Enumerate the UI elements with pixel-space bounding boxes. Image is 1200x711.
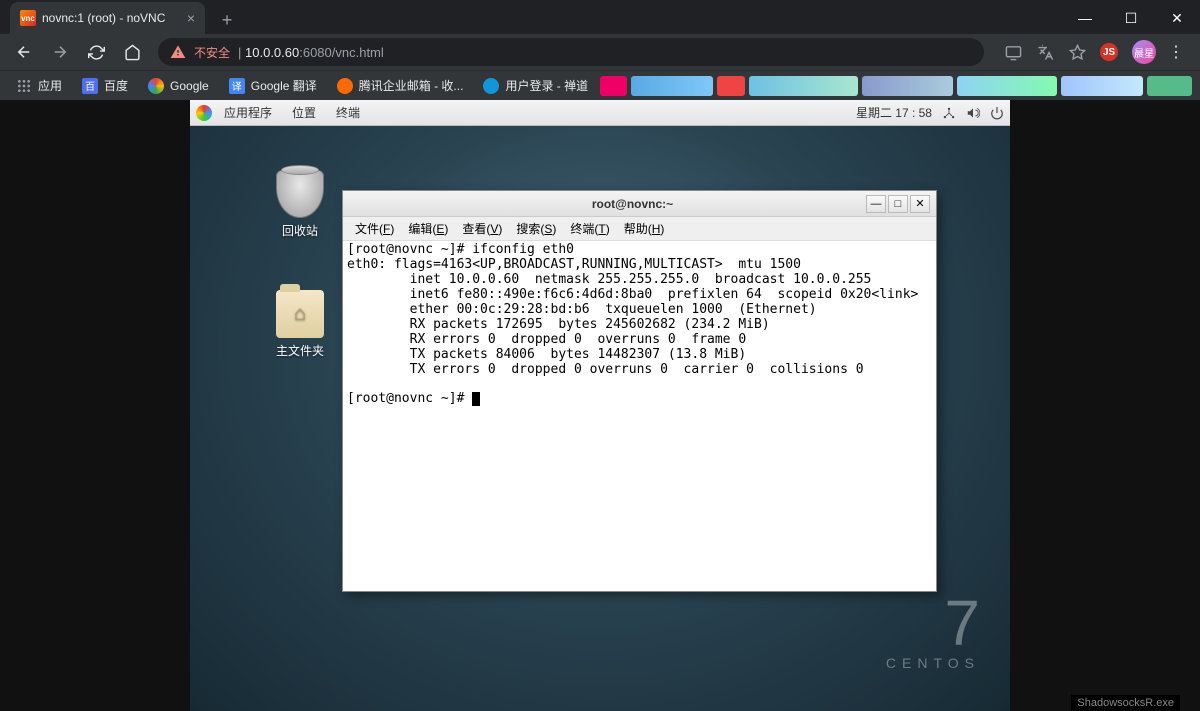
home-button[interactable]: [116, 36, 148, 68]
url-display: | 10.0.0.60:6080/vnc.html: [238, 45, 384, 60]
bookmark-label: 用户登录 - 禅道: [505, 77, 588, 94]
address-bar[interactable]: 不安全 | 10.0.0.60:6080/vnc.html: [158, 38, 984, 66]
cast-icon[interactable]: [1004, 43, 1022, 61]
close-button[interactable]: ✕: [1154, 2, 1200, 34]
terminal-close-button[interactable]: ✕: [910, 195, 930, 213]
bookmark-blurred: [862, 76, 953, 96]
maximize-button[interactable]: ☐: [1108, 2, 1154, 34]
extension-icons: JS: [1004, 43, 1118, 61]
browser-toolbar: 不安全 | 10.0.0.60:6080/vnc.html JS 晨星 ⋮: [0, 34, 1200, 70]
terminal-window[interactable]: root@novnc:~ — □ ✕ 文件(F) 编辑(E) 查看(V) 搜索(…: [342, 190, 937, 592]
terminal-titlebar[interactable]: root@novnc:~ — □ ✕: [343, 191, 936, 217]
network-icon[interactable]: [942, 106, 956, 120]
browser-titlebar: vnc novnc:1 (root) - noVNC × + — ☐ ✕: [0, 0, 1200, 34]
bookmark-favicon-icon: [337, 78, 353, 94]
panel-clock[interactable]: 星期二 17 : 58: [856, 104, 932, 121]
bookmark-item[interactable]: 用户登录 - 禅道: [475, 73, 596, 98]
desktop-home-folder[interactable]: ⌂ 主文件夹: [265, 290, 335, 359]
bookmark-blurred: [1147, 76, 1192, 96]
bookmark-label: 腾讯企业邮箱 - 收...: [359, 77, 464, 94]
translate-icon[interactable]: [1036, 43, 1054, 61]
desktop-icon-label: 回收站: [265, 222, 335, 239]
terminal-output[interactable]: [root@novnc ~]# ifconfig eth0 eth0: flag…: [343, 241, 936, 591]
bookmark-item[interactable]: Google: [140, 74, 217, 98]
centos-logo-icon: [196, 105, 212, 121]
terminal-title: root@novnc:~: [399, 197, 866, 211]
extension-badge-icon[interactable]: JS: [1100, 43, 1118, 61]
bookmark-label: Google 翻译: [251, 77, 317, 94]
window-controls: — ☐ ✕: [1062, 2, 1200, 34]
bookmark-favicon-icon: [148, 78, 164, 94]
terminal-menubar: 文件(F) 编辑(E) 查看(V) 搜索(S) 终端(T) 帮助(H): [343, 217, 936, 241]
bookmark-item[interactable]: 百百度: [74, 73, 136, 98]
vnc-canvas[interactable]: 应用程序 位置 终端 星期二 17 : 58 回收站 ⌂ 主文件夹 7 CENT…: [0, 100, 1200, 711]
gnome-panel: 应用程序 位置 终端 星期二 17 : 58: [190, 100, 1010, 126]
terminal-menu-file[interactable]: 文件(F): [349, 218, 400, 239]
home-glyph-icon: ⌂: [294, 303, 306, 326]
profile-avatar[interactable]: 晨星: [1132, 40, 1156, 64]
terminal-menu-terminal[interactable]: 终端(T): [564, 218, 615, 239]
centos-watermark: 7 CENTOS: [886, 591, 980, 671]
insecure-label: 不安全: [194, 44, 230, 61]
terminal-menu-help[interactable]: 帮助(H): [618, 218, 671, 239]
terminal-maximize-button[interactable]: □: [888, 195, 908, 213]
volume-icon[interactable]: [966, 106, 980, 120]
centos-version: 7: [886, 591, 980, 655]
power-icon[interactable]: [990, 106, 1004, 120]
centos-name: CENTOS: [886, 655, 980, 671]
reload-button[interactable]: [80, 36, 112, 68]
back-button[interactable]: [8, 36, 40, 68]
bookmark-item[interactable]: 腾讯企业邮箱 - 收...: [329, 73, 472, 98]
forward-button[interactable]: [44, 36, 76, 68]
remote-desktop: 应用程序 位置 终端 星期二 17 : 58 回收站 ⌂ 主文件夹 7 CENT…: [190, 100, 1010, 711]
terminal-menu-edit[interactable]: 编辑(E): [402, 218, 454, 239]
bookmark-blurred: [717, 76, 744, 96]
terminal-menu-search[interactable]: 搜索(S): [510, 218, 562, 239]
terminal-menu-view[interactable]: 查看(V): [456, 218, 508, 239]
trash-icon: [276, 170, 324, 218]
bookmark-blurred: [1061, 76, 1143, 96]
windows-taskbar-hint: ShadowsocksR.exe: [1071, 695, 1180, 711]
tab-title: novnc:1 (root) - noVNC: [42, 11, 165, 25]
apps-grid-icon: [16, 78, 32, 94]
bookmark-item[interactable]: 译 Google 翻译: [221, 73, 325, 98]
browser-tab[interactable]: vnc novnc:1 (root) - noVNC ×: [10, 2, 205, 34]
panel-places[interactable]: 位置: [284, 102, 324, 123]
panel-applications[interactable]: 应用程序: [216, 102, 280, 123]
bookmarks-bar: 应用 百百度 Google 译 Google 翻译 腾讯企业邮箱 - 收... 用…: [0, 70, 1200, 100]
bookmark-blurred: [600, 76, 627, 96]
apps-label: 应用: [38, 77, 62, 94]
bookmark-blurred: [749, 76, 858, 96]
new-tab-button[interactable]: +: [213, 6, 241, 34]
browser-menu-button[interactable]: ⋮: [1160, 42, 1192, 62]
bookmark-favicon-icon: 百: [82, 78, 98, 94]
panel-terminal[interactable]: 终端: [328, 102, 368, 123]
tab-close-icon[interactable]: ×: [187, 10, 195, 26]
desktop-icon-label: 主文件夹: [265, 342, 335, 359]
bookmark-blurred: [957, 76, 1057, 96]
apps-shortcut[interactable]: 应用: [8, 73, 70, 98]
bookmark-favicon-icon: 译: [229, 78, 245, 94]
minimize-button[interactable]: —: [1062, 2, 1108, 34]
bookmark-label: Google: [170, 79, 209, 93]
star-icon[interactable]: [1068, 43, 1086, 61]
terminal-minimize-button[interactable]: —: [866, 195, 886, 213]
insecure-icon: [170, 44, 186, 60]
bookmark-blurred: [631, 76, 713, 96]
folder-icon: ⌂: [276, 290, 324, 338]
desktop-trash[interactable]: 回收站: [265, 170, 335, 239]
bookmark-label: 百度: [104, 77, 128, 94]
tab-favicon-icon: vnc: [20, 10, 36, 26]
bookmark-favicon-icon: [483, 78, 499, 94]
